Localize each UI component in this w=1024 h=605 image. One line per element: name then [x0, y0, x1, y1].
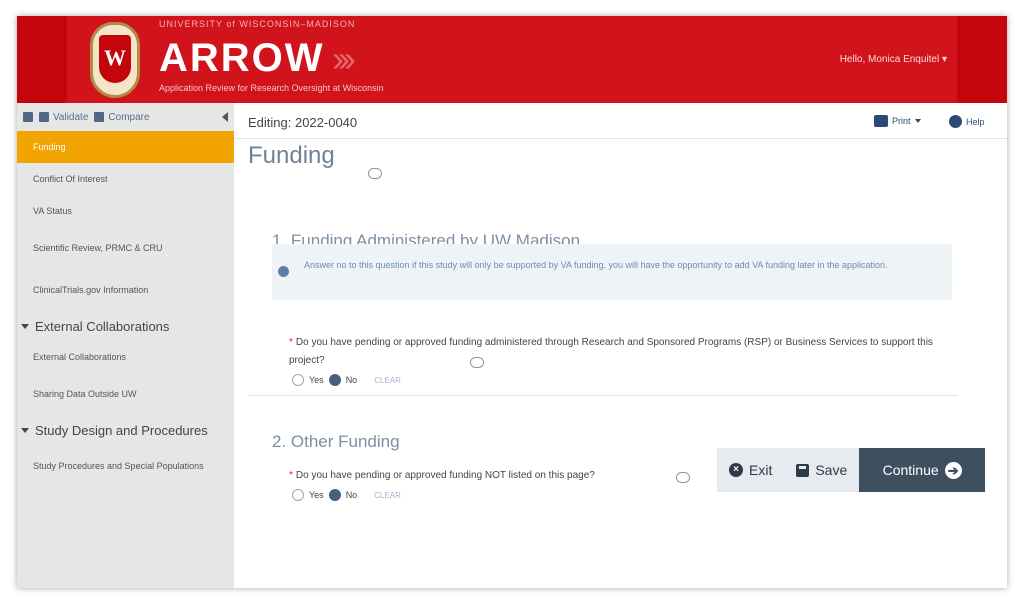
section-label: External Collaborations: [35, 318, 170, 334]
clear-link[interactable]: CLEAR: [374, 491, 401, 500]
comment-icon[interactable]: [368, 168, 382, 179]
sidebar-item-va-status[interactable]: VA Status: [17, 195, 234, 227]
question-2-text: Do you have pending or approved funding …: [295, 470, 595, 481]
section-label: Study Design and Procedures: [35, 422, 208, 438]
app-window: UNIVERSITY of WISCONSIN–MADISON W ARROW …: [17, 16, 1007, 588]
radio-yes-label: Yes: [309, 375, 324, 385]
sidebar-item-external-collaborations[interactable]: External Collaborations: [17, 341, 234, 373]
save-label: Save: [815, 462, 848, 478]
compare-label: Compare: [108, 111, 150, 123]
radio-yes[interactable]: [292, 374, 304, 386]
compare-icon: [94, 112, 105, 122]
help-button[interactable]: Help: [949, 115, 985, 128]
logo-chevrons-icon: ›››: [332, 38, 356, 79]
editing-label: Editing: 2022-0040: [248, 115, 358, 130]
radio-no-label: No: [345, 375, 358, 385]
sidebar-item-scientific-review[interactable]: Scientific Review, PRMC & CRU: [17, 227, 234, 269]
radio-no[interactable]: [328, 374, 341, 386]
divider: [248, 395, 958, 396]
radio-no-label: No: [345, 490, 358, 500]
question-1: * Do you have pending or approved funding…: [289, 334, 969, 370]
caret-down-icon: [21, 323, 29, 329]
info-icon: [278, 266, 289, 277]
arrow-right-icon: ➔: [944, 461, 962, 479]
university-name: UNIVERSITY of WISCONSIN–MADISON: [159, 19, 356, 29]
editor-topbar: Editing: 2022-0040 Print Help: [234, 103, 1007, 139]
clear-link[interactable]: CLEAR: [374, 376, 401, 385]
sidebar-item-funding[interactable]: Funding: [17, 131, 234, 163]
exit-label: Exit: [749, 462, 773, 478]
user-menu[interactable]: Hello, Monica Enquitel ▾: [840, 54, 947, 65]
crest-letter: W: [99, 35, 131, 83]
continue-label: Continue: [882, 462, 939, 478]
question-2: * Do you have pending or approved funding…: [289, 467, 595, 485]
info-box: Answer no to this question if this study…: [272, 244, 952, 300]
question-1-text: Do you have pending or approved funding …: [289, 337, 933, 366]
continue-button[interactable]: Continue ➔: [859, 448, 985, 492]
comment-icon[interactable]: [676, 472, 690, 483]
printer-icon: [874, 115, 888, 127]
radio-yes[interactable]: [292, 489, 304, 501]
sidebar-toolbar: Validate Compare: [17, 103, 234, 131]
comment-icon[interactable]: [470, 357, 484, 368]
help-icon: [949, 115, 962, 128]
question-2-radios: Yes No CLEAR: [292, 489, 401, 501]
validate-button[interactable]: Validate: [39, 112, 88, 123]
page-title: Funding: [248, 142, 335, 169]
app-subtitle: Application Review for Research Oversigh…: [159, 83, 384, 93]
required-asterisk: *: [289, 337, 293, 348]
caret-down-icon: [21, 427, 29, 433]
sidebar-item-clinicaltrials[interactable]: ClinicalTrials.gov Information: [17, 269, 234, 311]
save-icon: [796, 463, 810, 477]
radio-yes-label: Yes: [309, 490, 324, 500]
print-button[interactable]: Print: [874, 115, 921, 127]
section-2-title: 2. Other Funding: [272, 432, 400, 451]
uw-crest-logo[interactable]: W: [90, 22, 140, 98]
info-text: Answer no to this question if this study…: [304, 260, 888, 270]
radio-no[interactable]: [328, 489, 341, 501]
app-name[interactable]: ARROW: [159, 36, 325, 81]
collapse-sidebar-icon[interactable]: [222, 112, 228, 122]
close-icon: ×: [729, 463, 743, 477]
save-button[interactable]: Save: [784, 448, 859, 492]
validate-icon: [39, 112, 49, 122]
chevron-down-icon: [914, 119, 921, 123]
print-label: Print: [892, 116, 911, 126]
site-header: UNIVERSITY of WISCONSIN–MADISON W ARROW …: [17, 16, 1007, 103]
compare-button[interactable]: Compare: [94, 111, 150, 123]
sidebar-section-study-design[interactable]: Study Design and Procedures: [17, 415, 234, 445]
sidebar-item-study-procedures[interactable]: Study Procedures and Special Populations: [17, 445, 234, 487]
action-bar: × Exit Save Continue ➔: [717, 448, 985, 492]
exit-button[interactable]: × Exit: [717, 448, 784, 492]
question-1-radios: Yes No CLEAR: [292, 374, 401, 386]
sidebar-item-conflict-of-interest[interactable]: Conflict Of Interest: [17, 163, 234, 195]
validate-label: Validate: [53, 111, 89, 123]
sidebar: Validate Compare Funding Conflict Of Int…: [17, 103, 234, 588]
help-label: Help: [966, 116, 985, 127]
sidebar-section-external-collaborations[interactable]: External Collaborations: [17, 311, 234, 341]
required-asterisk: *: [289, 470, 293, 481]
menu-icon[interactable]: [23, 112, 33, 122]
sidebar-item-sharing-data[interactable]: Sharing Data Outside UW: [17, 373, 234, 415]
